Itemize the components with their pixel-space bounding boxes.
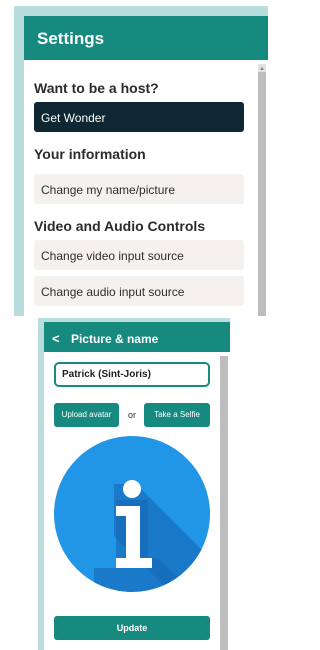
update-button[interactable]: Update: [54, 616, 210, 640]
change-name-button[interactable]: Change my name/picture: [34, 174, 244, 204]
scroll-up-icon[interactable]: ▲: [257, 66, 267, 72]
chevron-left-icon[interactable]: <: [52, 331, 60, 346]
picture-panel: < Picture & name Patrick (Sint-Joris) Up…: [44, 322, 230, 650]
picture-header: < Picture & name: [44, 322, 230, 352]
settings-title: Settings: [24, 16, 268, 60]
name-input[interactable]: Patrick (Sint-Joris): [54, 362, 210, 387]
change-video-button[interactable]: Change video input source: [34, 240, 244, 270]
settings-scrollbar-thumb[interactable]: [258, 72, 266, 316]
upload-avatar-button[interactable]: Upload avatar: [54, 403, 119, 427]
settings-panel: Settings Want to be a host? Get Wonder Y…: [24, 16, 268, 316]
picture-title: Picture & name: [70, 332, 159, 346]
av-controls-heading: Video and Audio Controls: [34, 218, 206, 234]
host-heading: Want to be a host?: [34, 80, 159, 96]
change-audio-button[interactable]: Change audio input source: [34, 276, 244, 306]
or-label: or: [128, 410, 137, 420]
info-heading: Your information: [34, 146, 146, 162]
picture-scrollbar-thumb[interactable]: [220, 356, 228, 650]
picture-scrollbar[interactable]: [220, 356, 228, 650]
settings-window: Settings Want to be a host? Get Wonder Y…: [14, 6, 268, 316]
info-icon: [54, 436, 210, 592]
picture-window: < Picture & name Patrick (Sint-Joris) Up…: [38, 318, 230, 650]
take-selfie-button[interactable]: Take a Selfie: [144, 403, 210, 427]
settings-scrollbar[interactable]: [258, 64, 266, 316]
get-wonder-button[interactable]: Get Wonder: [34, 102, 244, 132]
